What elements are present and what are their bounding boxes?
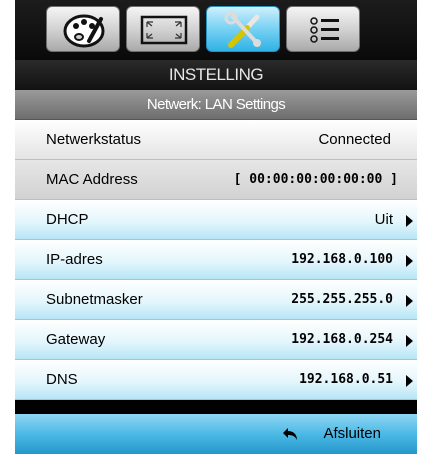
row-value: 192.168.0.254 xyxy=(291,332,393,347)
return-arrow-icon[interactable] xyxy=(282,427,298,441)
tab-display[interactable] xyxy=(46,6,120,52)
row-value: 192.168.0.51 xyxy=(299,372,393,387)
row-value: 192.168.0.100 xyxy=(291,252,393,267)
row-ip-address[interactable]: IP-adres 192.168.0.100 xyxy=(15,240,417,280)
row-dhcp[interactable]: DHCP Uit xyxy=(15,200,417,240)
screen-resize-icon xyxy=(140,15,188,45)
footer-bar: Afsluiten xyxy=(15,414,417,454)
chevron-right-icon[interactable] xyxy=(406,255,413,267)
row-value: Connected xyxy=(318,131,391,148)
chevron-right-icon[interactable] xyxy=(406,215,413,227)
chevron-right-icon[interactable] xyxy=(406,295,413,307)
row-network-status: Netwerkstatus Connected xyxy=(15,120,417,160)
palette-icon xyxy=(63,14,105,48)
row-label: MAC Address xyxy=(46,171,138,188)
row-dns[interactable]: DNS 192.168.0.51 xyxy=(15,360,417,400)
osd-menu: INSTELLING Netwerk: LAN Settings Netwerk… xyxy=(15,0,417,454)
chevron-right-icon[interactable] xyxy=(406,375,413,387)
row-label: Gateway xyxy=(46,331,106,348)
exit-button[interactable]: Afsluiten xyxy=(323,414,381,454)
row-subnet-mask[interactable]: Subnetmasker 255.255.255.0 xyxy=(15,280,417,320)
chevron-right-icon[interactable] xyxy=(406,335,413,347)
tab-image[interactable] xyxy=(126,6,200,52)
tools-icon xyxy=(224,11,261,48)
row-value: Uit xyxy=(374,211,393,228)
row-value: 255.255.255.0 xyxy=(291,292,393,307)
settings-list: Netwerkstatus Connected MAC Address [ 00… xyxy=(15,120,417,400)
row-label: DNS xyxy=(46,371,78,388)
menu-title: INSTELLING xyxy=(15,60,417,90)
row-label: Netwerkstatus xyxy=(46,131,142,148)
row-label: DHCP xyxy=(46,211,89,228)
tab-options[interactable] xyxy=(286,6,360,52)
tab-setup[interactable] xyxy=(206,6,280,52)
row-value: [ 00:00:00:00:00:00 ] xyxy=(233,172,398,187)
options-list-icon xyxy=(310,17,339,43)
row-mac-address: MAC Address [ 00:00:00:00:00:00 ] xyxy=(15,160,417,200)
row-label: Subnetmasker xyxy=(46,291,143,308)
submenu-title: Netwerk: LAN Settings xyxy=(15,90,417,120)
row-label: IP-adres xyxy=(46,251,103,268)
row-gateway[interactable]: Gateway 192.168.0.254 xyxy=(15,320,417,360)
tab-bar xyxy=(15,0,417,60)
